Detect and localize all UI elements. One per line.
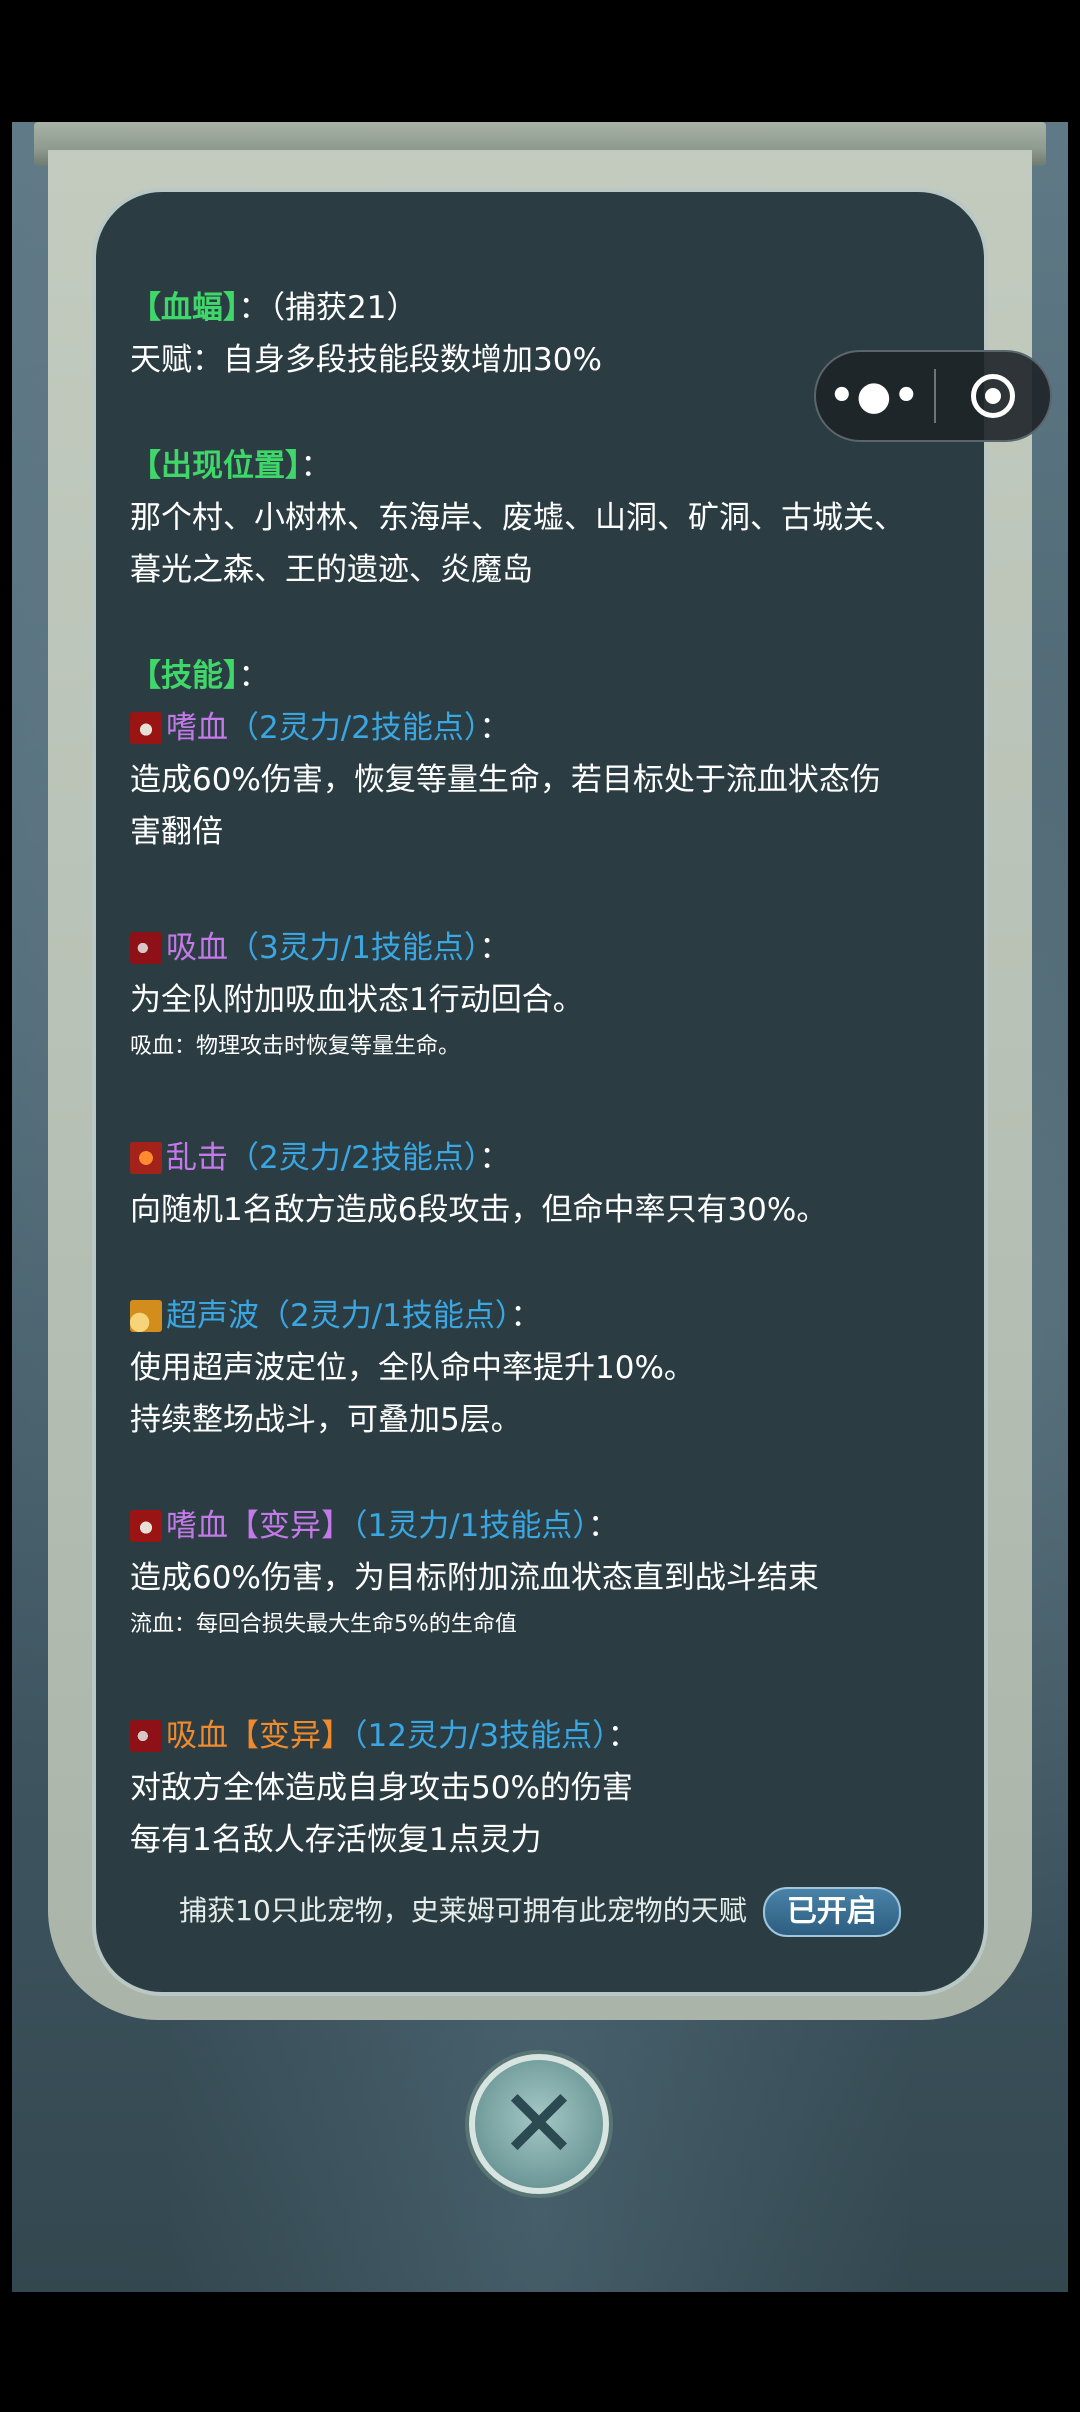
skill-name: 乱击 (166, 1140, 228, 1176)
skills-header: 【技能】 (130, 658, 239, 694)
skill-cost: （2灵力/2技能点） (228, 1140, 480, 1176)
pet-name: 【血蝠】 (130, 290, 239, 326)
location-line-1: 那个村、小树林、东海岸、废墟、山洞、矿洞、古城关、 (130, 500, 905, 536)
location-colon: ： (300, 448, 332, 484)
skill-title-6: 吸血【变异】（12灵力/3技能点）： (130, 1710, 950, 1762)
pet-info-content: 【血蝠】：（捕获21） 天赋：自身多段技能段数增加30% 【出现位置】： 那个村… (130, 282, 950, 1866)
skill-desc: 向随机1名敌方造成6段攻击，但命中率只有30%。 (130, 1192, 828, 1228)
ultrasonic-icon (130, 1299, 162, 1332)
skill-desc: 造成60%伤害，为目标附加流血状态直到战斗结束 (130, 1560, 819, 1596)
skill-name: 嗜血 (166, 710, 228, 746)
pet-title-line: 【血蝠】：（捕获21） (130, 282, 950, 334)
footer-text: 捕获10只此宠物，史莱姆可拥有此宠物的天赋 (179, 1894, 747, 1927)
vampire-bat-icon (130, 1719, 162, 1752)
skill-note: 流血：每回合损失最大生命5%的生命值 (130, 1612, 517, 1637)
blood-icon (130, 1509, 162, 1542)
close-button[interactable]: ✕ (469, 2054, 609, 2194)
skill-title-2: 吸血（3灵力/1技能点）： (130, 922, 950, 974)
skill-colon: ： (479, 710, 511, 746)
skill-colon: ： (587, 1508, 619, 1544)
skill-name: 吸血 (166, 1718, 228, 1754)
skill-title-5: 嗜血【变异】（1灵力/1技能点）： (130, 1500, 950, 1552)
skills-header-line: 【技能】： (130, 650, 950, 702)
skill-cost: （2灵力/1技能点） (259, 1298, 511, 1334)
skill-cost: （1灵力/1技能点） (352, 1508, 588, 1544)
skills-colon: ： (238, 658, 270, 694)
close-icon: ✕ (498, 2068, 580, 2180)
chaos-strike-icon (130, 1141, 162, 1174)
capture-count: ：（捕获21） (238, 290, 418, 326)
miniprogram-capsule: •●• (814, 350, 1052, 442)
talent-status-badge[interactable]: 已开启 (762, 1887, 901, 1937)
skill-colon: ： (479, 1140, 511, 1176)
skill-name: 嗜血 (166, 1508, 228, 1544)
talent-unlock-footer: 捕获10只此宠物，史莱姆可拥有此宠物的天赋 已开启 (92, 1886, 988, 1937)
skill-colon: ： (607, 1718, 639, 1754)
skill-desc: 为全队附加吸血状态1行动回合。 (130, 982, 584, 1018)
skill-title-1: 嗜血（2灵力/2技能点）： (130, 702, 950, 754)
skill-mutation-tag: 【变异】 (228, 1718, 352, 1754)
skill-desc: 每有1名敌人存活恢复1点灵力 (130, 1822, 542, 1858)
skill-name: 超声波 (166, 1298, 259, 1334)
skill-desc: 对敌方全体造成自身攻击50%的伤害 (130, 1770, 633, 1806)
close-miniprogram-button[interactable] (936, 374, 1050, 418)
skill-cost: （3灵力/1技能点） (228, 930, 480, 966)
skill-title-3: 乱击（2灵力/2技能点）： (130, 1132, 950, 1184)
location-header: 【出现位置】 (130, 448, 301, 484)
skill-colon: ： (510, 1298, 542, 1334)
location-header-line: 【出现位置】： (130, 440, 950, 492)
skill-cost: （12灵力/3技能点） (352, 1718, 608, 1754)
skill-desc: 使用超声波定位，全队命中率提升10%。 (130, 1350, 695, 1386)
skill-name: 吸血 (166, 930, 228, 966)
location-line-2: 暮光之森、王的遗迹、炎魔岛 (130, 552, 533, 588)
skill-note: 吸血：物理攻击时恢复等量生命。 (130, 1034, 461, 1059)
blood-icon (130, 711, 162, 744)
skill-cost: （2灵力/2技能点） (228, 710, 480, 746)
target-icon (971, 374, 1015, 418)
skill-desc: 害翻倍 (130, 814, 223, 850)
skill-desc: 持续整场战斗，可叠加5层。 (130, 1402, 522, 1438)
vampire-bat-icon (130, 931, 162, 964)
skill-colon: ： (479, 930, 511, 966)
more-options-icon[interactable]: •●• (816, 373, 934, 419)
skill-title-4: 超声波（2灵力/1技能点）： (130, 1290, 950, 1342)
skill-mutation-tag: 【变异】 (228, 1508, 352, 1544)
skill-desc: 造成60%伤害，恢复等量生命，若目标处于流血状态伤 (130, 762, 881, 798)
